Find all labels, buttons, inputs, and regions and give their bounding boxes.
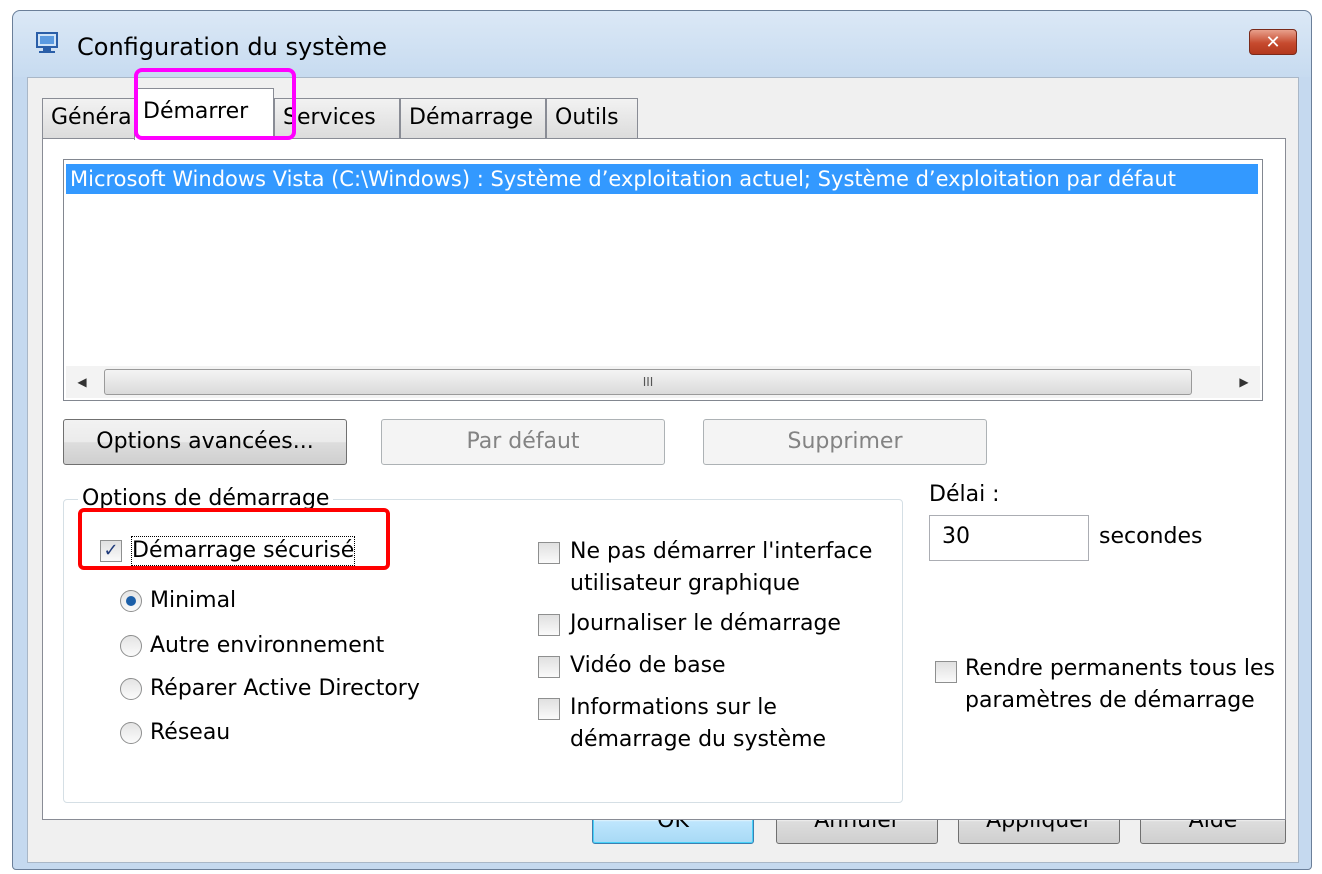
os-boot-info-checkbox[interactable] bbox=[538, 698, 560, 720]
window-title: Configuration du système bbox=[77, 33, 387, 61]
radio-network-label[interactable]: Réseau bbox=[150, 719, 230, 747]
boot-log-label[interactable]: Journaliser le démarrage bbox=[570, 610, 841, 638]
no-gui-boot-checkbox[interactable] bbox=[538, 542, 560, 564]
radio-ad-repair-label[interactable]: Réparer Active Directory bbox=[150, 675, 420, 703]
tab-startup-label: Démarrage bbox=[409, 105, 534, 130]
set-default-button[interactable]: Par défaut bbox=[381, 419, 665, 465]
radio-minimal-label[interactable]: Minimal bbox=[150, 587, 236, 615]
boot-entries-list[interactable]: Microsoft Windows Vista (C:\Windows) : S… bbox=[63, 159, 1263, 401]
base-video-checkbox[interactable] bbox=[538, 656, 560, 678]
radio-alternate-shell[interactable] bbox=[120, 635, 142, 657]
dialog-client-area: Généra Démarrer Services Démarrage Outil… bbox=[27, 77, 1299, 863]
safe-boot-highlight-box bbox=[78, 508, 390, 570]
tab-general[interactable]: Généra bbox=[42, 98, 136, 138]
make-permanent-checkbox[interactable] bbox=[935, 661, 957, 683]
boot-tab-panel: Microsoft Windows Vista (C:\Windows) : S… bbox=[42, 138, 1286, 820]
tab-highlight-box bbox=[134, 68, 296, 140]
delete-button[interactable]: Supprimer bbox=[703, 419, 987, 465]
tab-startup[interactable]: Démarrage bbox=[400, 98, 546, 138]
scroll-thumb[interactable]: III bbox=[104, 369, 1192, 395]
make-permanent-label-line1[interactable]: Rendre permanents tous les bbox=[965, 655, 1275, 683]
scroll-right-arrow-icon[interactable]: ▶ bbox=[1228, 366, 1260, 398]
close-button[interactable]: ✕ bbox=[1249, 29, 1297, 55]
no-gui-boot-label-line2[interactable]: utilisateur graphique bbox=[570, 570, 800, 598]
timeout-unit-label: secondes bbox=[1099, 524, 1203, 549]
tab-tools[interactable]: Outils bbox=[546, 98, 638, 138]
tab-general-label: Généra bbox=[51, 105, 132, 130]
no-gui-boot-label-line1[interactable]: Ne pas démarrer l'interface bbox=[570, 538, 872, 566]
radio-ad-repair[interactable] bbox=[120, 678, 142, 700]
os-boot-info-label-line2[interactable]: démarrage du système bbox=[570, 726, 826, 754]
msconfig-icon bbox=[36, 32, 58, 53]
timeout-label: Délai : bbox=[929, 482, 1000, 507]
tab-services-label: Services bbox=[283, 105, 376, 130]
base-video-label[interactable]: Vidéo de base bbox=[570, 652, 726, 680]
radio-network[interactable] bbox=[120, 722, 142, 744]
make-permanent-label-line2[interactable]: paramètres de démarrage bbox=[965, 687, 1255, 715]
boot-log-checkbox[interactable] bbox=[538, 614, 560, 636]
scroll-left-arrow-icon[interactable]: ◀ bbox=[66, 366, 98, 398]
tab-tools-label: Outils bbox=[555, 105, 619, 130]
timeout-input[interactable]: 30 bbox=[929, 515, 1089, 561]
radio-alternate-shell-label[interactable]: Autre environnement bbox=[150, 632, 384, 660]
horizontal-scrollbar[interactable]: ◀ III ▶ bbox=[66, 366, 1260, 398]
advanced-options-button[interactable]: Options avancées... bbox=[63, 419, 347, 465]
radio-minimal[interactable] bbox=[120, 590, 142, 612]
os-boot-info-label-line1[interactable]: Informations sur le bbox=[570, 694, 777, 722]
list-item[interactable]: Microsoft Windows Vista (C:\Windows) : S… bbox=[66, 164, 1258, 194]
